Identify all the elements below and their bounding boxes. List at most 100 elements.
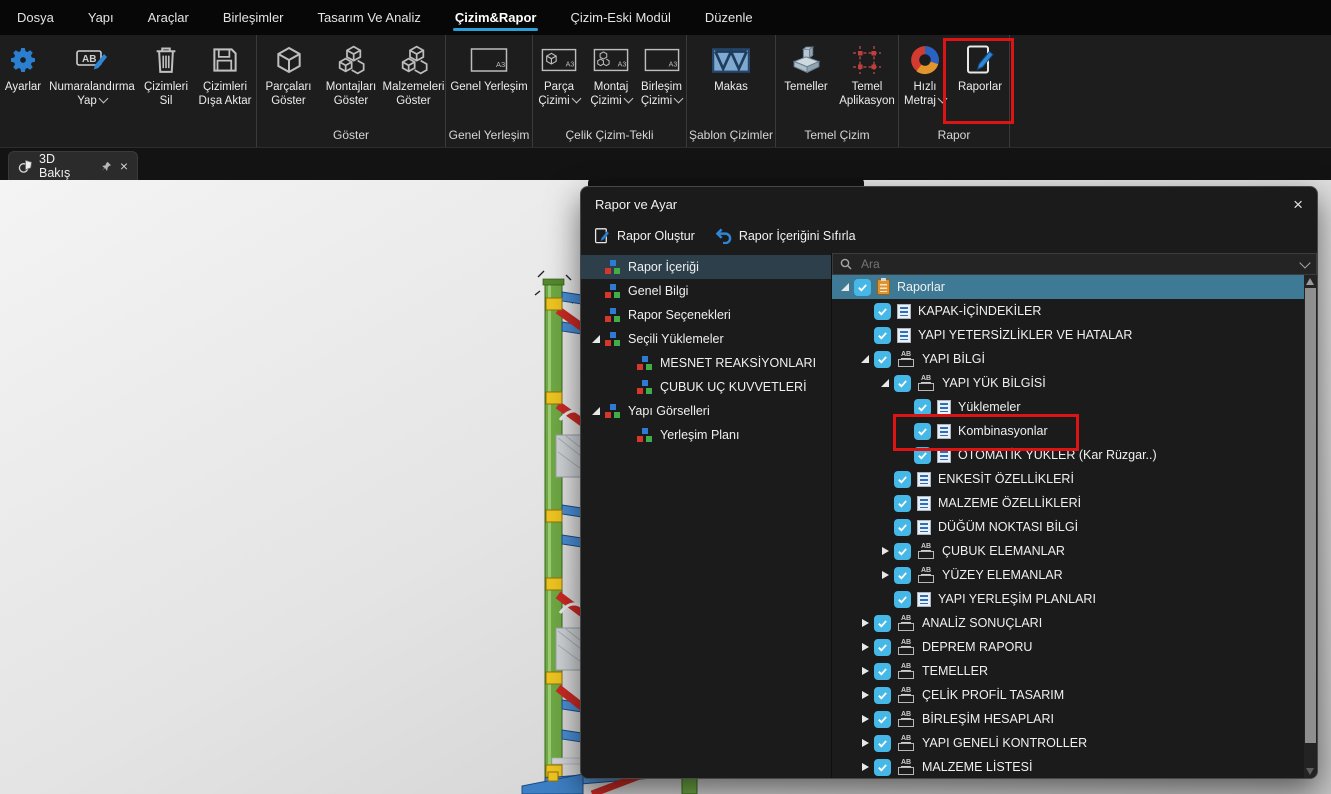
tree-item-yapi-gorselleri[interactable]: Yapı Görselleri	[581, 399, 831, 423]
menu-item-yapi[interactable]: Yapı	[71, 0, 131, 35]
scrollbar[interactable]	[1304, 275, 1317, 778]
tree-item-mesnet-reaksiyonlari[interactable]: MESNET REAKSİYONLARI	[581, 351, 831, 375]
checkbox[interactable]	[874, 638, 891, 656]
ayarlar-button[interactable]: Ayarlar	[0, 35, 46, 127]
checkbox[interactable]	[854, 278, 871, 296]
checkbox[interactable]	[874, 758, 891, 776]
temel-aplikasyon-button[interactable]: Temel Aplikasyon	[836, 35, 898, 127]
checkbox[interactable]	[894, 518, 911, 536]
expander-closed-icon[interactable]	[858, 643, 872, 651]
checkbox[interactable]	[894, 374, 911, 392]
scroll-down-icon[interactable]	[1306, 768, 1314, 775]
tree-item-yuklemeler[interactable]: Yüklemeler	[832, 395, 1317, 419]
montajlari-goster-button[interactable]: Montajları Göster	[320, 35, 382, 127]
tree-item-yapi-yuk-bilgisi[interactable]: AB YAPI YÜK BİLGİSİ	[832, 371, 1317, 395]
checkbox[interactable]	[874, 326, 891, 344]
dialog-close-icon[interactable]: ×	[1293, 196, 1303, 213]
tree-item-dugum-noktasi-bilgi[interactable]: DÜĞÜM NOKTASI BİLGİ	[832, 515, 1317, 539]
tree-item-birlesim-hesaplari[interactable]: AB BİRLEŞİM HESAPLARI	[832, 707, 1317, 731]
tree-item-yapi-bilgi[interactable]: AB YAPI BİLGİ	[832, 347, 1317, 371]
checkbox[interactable]	[874, 302, 891, 320]
checkbox[interactable]	[874, 686, 891, 704]
expander-closed-icon[interactable]	[858, 739, 872, 747]
menu-item-cizim-eski-modul[interactable]: Çizim-Eski Modül	[553, 0, 687, 35]
checkbox[interactable]	[874, 734, 891, 752]
makas-button[interactable]: Makas	[687, 35, 775, 127]
expander-closed-icon[interactable]	[858, 619, 872, 627]
checkbox[interactable]	[914, 422, 931, 440]
expander-open-icon[interactable]	[838, 283, 852, 291]
expander-closed-icon[interactable]	[858, 691, 872, 699]
menu-item-cizim-rapor-active[interactable]: Çizim&Rapor	[438, 0, 554, 35]
rapor-icerigini-sifirla-button[interactable]: Rapor İçeriğini Sıfırla	[715, 228, 856, 244]
tree-item-malzeme-listesi[interactable]: AB MALZEME LİSTESİ	[832, 755, 1317, 778]
tree-item-yapi-geneli-kontroller[interactable]: AB YAPI GENELİ KONTROLLER	[832, 731, 1317, 755]
checkbox[interactable]	[914, 398, 931, 416]
tree-item-secili-yuklemeler[interactable]: Seçili Yüklemeler	[581, 327, 831, 351]
cizimleri-sil-button[interactable]: Çizimleri Sil	[138, 35, 194, 127]
expander-closed-icon[interactable]	[858, 667, 872, 675]
tree-item-analiz-sonuclari[interactable]: AB ANALİZ SONUÇLARI	[832, 611, 1317, 635]
tree-item-kapak-icindekiler[interactable]: KAPAK-İÇİNDEKİLER	[832, 299, 1317, 323]
expander-closed-icon[interactable]	[878, 571, 892, 579]
checkbox[interactable]	[874, 710, 891, 728]
tree-item-kombinasyonlar[interactable]: Kombinasyonlar	[832, 419, 1317, 443]
expander-closed-icon[interactable]	[878, 547, 892, 555]
parcalari-goster-button[interactable]: Parçaları Göster	[257, 35, 320, 127]
cizimleri-disa-aktar-button[interactable]: Çizimleri Dışa Aktar	[194, 35, 256, 127]
temeller-button[interactable]: Temeller	[776, 35, 836, 127]
genel-yerlesim-button[interactable]: A3 Genel Yerleşim	[446, 35, 532, 127]
tree-item-raporlar[interactable]: Raporlar	[832, 275, 1317, 299]
chevron-down-icon[interactable]	[1299, 256, 1311, 269]
expander-open-icon[interactable]	[858, 355, 872, 363]
montaj-cizimi-button[interactable]: A3 Montaj Çizimi	[585, 35, 637, 127]
tree-item-yerlesim-plani[interactable]: Yerleşim Planı	[581, 423, 831, 447]
tab-close-icon[interactable]: ×	[120, 159, 128, 173]
dialog-titlebar[interactable]: Rapor ve Ayar ×	[581, 187, 1317, 221]
expander-closed-icon[interactable]	[858, 715, 872, 723]
checkbox[interactable]	[894, 470, 911, 488]
tree-item-temeller[interactable]: AB TEMELLER	[832, 659, 1317, 683]
raporlar-button[interactable]: Raporlar	[951, 35, 1009, 127]
hizli-metraj-button[interactable]: Hızlı Metraj	[899, 35, 951, 127]
checkbox[interactable]	[894, 566, 911, 584]
tree-item-yapi-yetersizlikler[interactable]: YAPI YETERSİZLİKLER VE HATALAR	[832, 323, 1317, 347]
tree-item-yuzey-elemanlar[interactable]: AB YÜZEY ELEMANLAR	[832, 563, 1317, 587]
malzemeleri-goster-button[interactable]: Malzemeleri Göster	[382, 35, 445, 127]
tab-3d-bakis[interactable]: 3D Bakış ×	[8, 151, 138, 180]
checkbox[interactable]	[874, 662, 891, 680]
scrollbar-thumb[interactable]	[1305, 288, 1316, 743]
tree-item-yapi-yerlesim-planlari[interactable]: YAPI YERLEŞİM PLANLARI	[832, 587, 1317, 611]
rapor-olustur-button[interactable]: Rapor Oluştur	[594, 227, 695, 245]
menu-item-birlesimler[interactable]: Birleşimler	[206, 0, 301, 35]
parca-cizimi-button[interactable]: A3 Parça Çizimi	[533, 35, 585, 127]
expander-open-icon[interactable]	[589, 407, 603, 415]
birlesim-cizimi-button[interactable]: A3 Birleşim Çizimi	[637, 35, 686, 127]
checkbox[interactable]	[894, 494, 911, 512]
scroll-up-icon[interactable]	[1306, 278, 1314, 285]
tree-item-rapor-secenekleri[interactable]: Rapor Seçenekleri	[581, 303, 831, 327]
menu-item-dosya[interactable]: Dosya	[0, 0, 71, 35]
tree-item-malzeme-ozellikleri[interactable]: MALZEME ÖZELLİKLERİ	[832, 491, 1317, 515]
checkbox[interactable]	[914, 446, 931, 464]
menu-item-araclar[interactable]: Araçlar	[131, 0, 206, 35]
tree-item-celik-profil-tasarim[interactable]: AB ÇELİK PROFİL TASARIM	[832, 683, 1317, 707]
tree-item-genel-bilgi[interactable]: Genel Bilgi	[581, 279, 831, 303]
tree-item-deprem-raporu[interactable]: AB DEPREM RAPORU	[832, 635, 1317, 659]
menu-item-tasarim-ve-analiz[interactable]: Tasarım Ve Analiz	[301, 0, 438, 35]
tree-item-enkesit-ozellikleri[interactable]: ENKESİT ÖZELLİKLERİ	[832, 467, 1317, 491]
checkbox[interactable]	[894, 542, 911, 560]
tree-item-rapor-icerigi[interactable]: Rapor İçeriği	[581, 255, 831, 279]
expander-open-icon[interactable]	[878, 379, 892, 387]
tree-item-cubuk-uc-kuvvetleri[interactable]: ÇUBUK UÇ KUVVETLERİ	[581, 375, 831, 399]
menu-item-duzenle[interactable]: Düzenle	[688, 0, 770, 35]
checkbox[interactable]	[874, 614, 891, 632]
unpin-icon[interactable]	[101, 161, 112, 172]
tree-item-otomatik-yukler[interactable]: OTOMATİK YÜKLER (Kar Rüzgar..)	[832, 443, 1317, 467]
search-input[interactable]	[859, 256, 1294, 272]
checkbox[interactable]	[874, 350, 891, 368]
numaralandirma-yap-button[interactable]: AB Numaralandırma Yap	[46, 35, 138, 127]
expander-open-icon[interactable]	[589, 335, 603, 343]
checkbox[interactable]	[894, 590, 911, 608]
tree-item-cubuk-elemanlar[interactable]: AB ÇUBUK ELEMANLAR	[832, 539, 1317, 563]
